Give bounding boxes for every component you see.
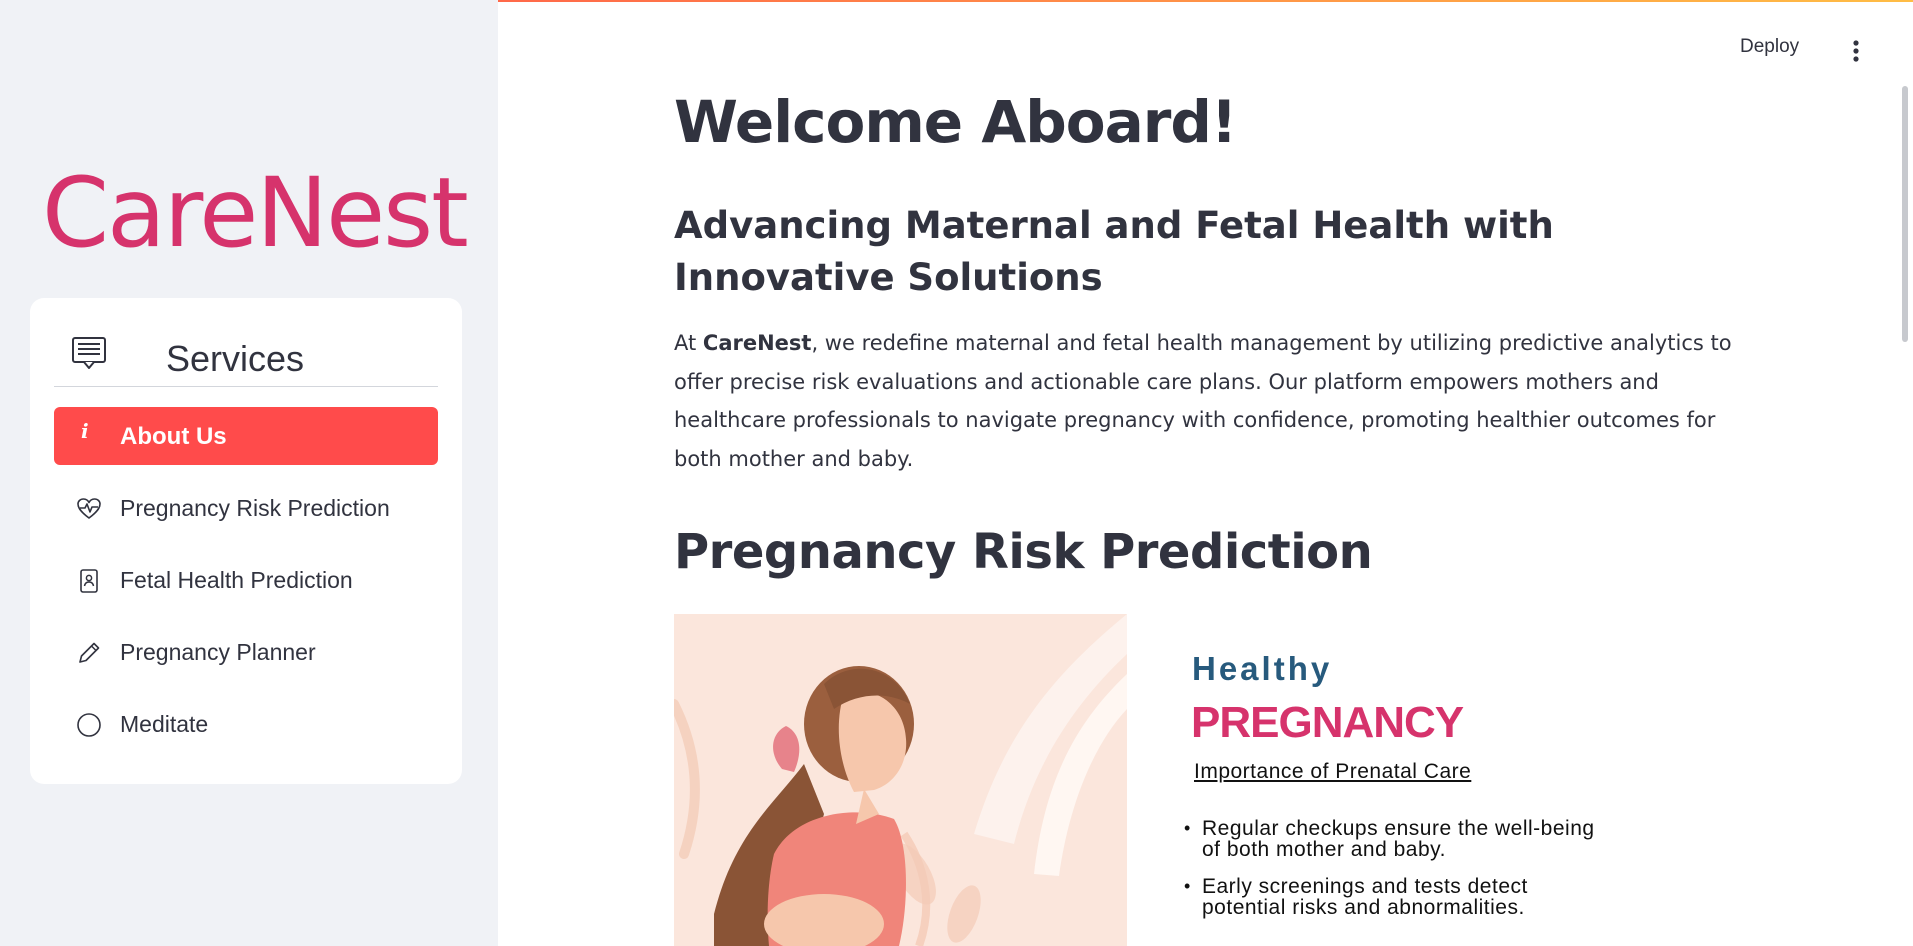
info-icon: i [81, 419, 89, 443]
kebab-menu-icon[interactable] [1846, 38, 1866, 64]
sidebar-item-about-us[interactable]: i About Us [54, 407, 438, 465]
sidebar-item-label: Meditate [120, 711, 209, 737]
sidebar-item-label: About Us [120, 423, 227, 450]
pregnant-woman-illustration [674, 614, 1127, 946]
promo-bullet: Regular checkups ensure the well-being o… [1184, 818, 1604, 860]
vertical-scrollbar[interactable] [1902, 86, 1908, 342]
promo-bullet: Early screenings and tests detect potent… [1184, 876, 1604, 918]
intro-paragraph: At CareNest, we redefine maternal and fe… [674, 324, 1744, 478]
sidebar-item-pregnancy-planner[interactable]: Pregnancy Planner [54, 623, 438, 681]
brand-logo-text: CareNest [42, 157, 469, 269]
main-content: Welcome Aboard! Advancing Maternal and F… [674, 0, 1754, 946]
promo-bullet-list: Regular checkups ensure the well-being o… [1184, 818, 1604, 934]
sidebar-item-meditate[interactable]: Meditate [54, 695, 438, 753]
menu-header: Services [54, 322, 438, 387]
heart-pulse-icon [76, 496, 102, 522]
intro-prefix: At [674, 331, 703, 355]
promo-healthy-label: Healthy [1192, 650, 1333, 687]
page-title: Welcome Aboard! [674, 88, 1237, 156]
promo-pregnancy-heading: PREGNANCY [1191, 698, 1464, 747]
services-menu: Services i About Us Pregnancy Risk Predi… [30, 298, 462, 784]
circle-icon [76, 712, 102, 738]
sidebar: CareNest Services i About Us Pregnancy R… [0, 0, 498, 946]
sidebar-item-pregnancy-risk-prediction[interactable]: Pregnancy Risk Prediction [54, 479, 438, 537]
page-subtitle: Advancing Maternal and Fetal Health with… [674, 204, 1554, 299]
sidebar-item-label: Fetal Health Prediction [120, 567, 353, 593]
id-card-icon [76, 568, 102, 594]
healthy-pregnancy-banner: Healthy PREGNANCY Importance of Prenatal… [674, 614, 1604, 946]
intro-brand: CareNest [702, 331, 812, 355]
pencil-icon [76, 640, 102, 666]
sidebar-item-fetal-health-prediction[interactable]: Fetal Health Prediction [54, 551, 438, 609]
message-square-icon [70, 334, 108, 372]
sidebar-item-label: Pregnancy Risk Prediction [120, 495, 390, 521]
sidebar-item-label: Pregnancy Planner [120, 639, 316, 665]
menu-title: Services [166, 338, 305, 379]
section-title: Pregnancy Risk Prediction [674, 524, 1373, 580]
intro-text: , we redefine maternal and fetal health … [674, 331, 1732, 471]
promo-subtitle: Importance of Prenatal Care [1194, 760, 1472, 783]
